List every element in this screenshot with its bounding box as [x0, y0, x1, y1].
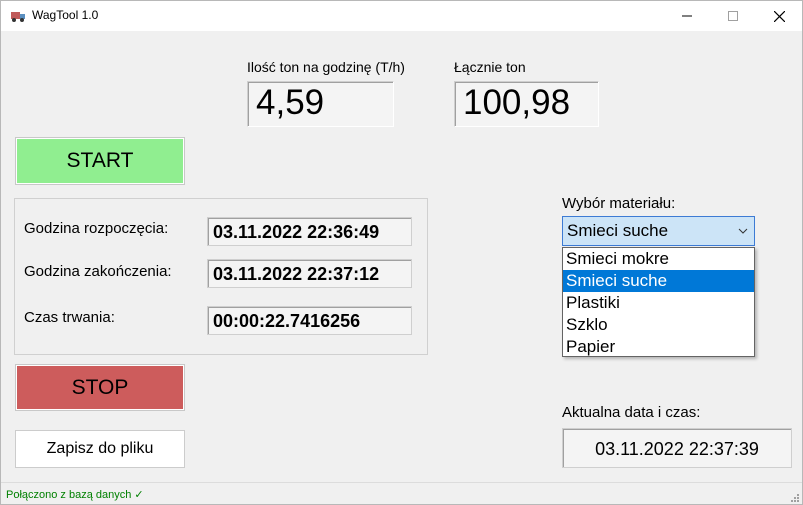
material-dropdown-list: Smieci mokre Smieci suche Plastiki Szklo…	[562, 247, 755, 357]
maximize-button[interactable]	[710, 1, 756, 31]
minimize-button[interactable]	[664, 1, 710, 31]
material-option-smieci-mokre[interactable]: Smieci mokre	[563, 248, 754, 270]
material-selected-value: Smieci suche	[567, 221, 669, 240]
end-time-label: Godzina zakończenia:	[24, 263, 172, 280]
save-to-file-button[interactable]: Zapisz do pliku	[15, 430, 185, 468]
stop-button[interactable]: STOP	[15, 364, 185, 411]
window-title: WagTool 1.0	[32, 8, 99, 22]
maximize-icon	[728, 11, 738, 21]
status-bar: Połączono z bazą danych ✓	[1, 482, 802, 504]
title-bar[interactable]: WagTool 1.0	[1, 1, 802, 31]
app-window: WagTool 1.0 Ilość ton na godzinę (T/h) 4…	[0, 0, 803, 505]
close-button[interactable]	[756, 1, 802, 31]
total-label: Łącznie ton	[454, 59, 526, 75]
end-time-value: 03.11.2022 22:37:12	[207, 259, 412, 288]
rate-label: Ilość ton na godzinę (T/h)	[247, 59, 405, 75]
material-option-szklo[interactable]: Szklo	[563, 314, 754, 336]
start-button[interactable]: START	[15, 137, 185, 185]
material-option-plastiki[interactable]: Plastiki	[563, 292, 754, 314]
minimize-icon	[682, 15, 692, 17]
duration-value: 00:00:22.7416256	[207, 306, 412, 335]
material-label: Wybór materiału:	[562, 195, 676, 212]
connection-status: Połączono z bazą danych ✓	[6, 489, 144, 501]
truck-icon	[11, 12, 25, 22]
start-time-label: Godzina rozpoczęcia:	[24, 220, 169, 237]
start-time-value: 03.11.2022 22:36:49	[207, 217, 412, 246]
chevron-down-icon[interactable]	[738, 227, 748, 235]
close-icon	[773, 10, 785, 22]
duration-label: Czas trwania:	[24, 309, 115, 326]
resize-grip-icon[interactable]	[790, 493, 800, 503]
material-option-smieci-suche[interactable]: Smieci suche	[563, 270, 754, 292]
clock-value: 03.11.2022 22:37:39	[562, 428, 792, 468]
clock-label: Aktualna data i czas:	[562, 404, 701, 421]
material-option-papier[interactable]: Papier	[563, 336, 754, 358]
material-select[interactable]: Smieci suche	[562, 216, 755, 246]
total-value: 100,98	[454, 81, 599, 127]
rate-value: 4,59	[247, 81, 394, 127]
